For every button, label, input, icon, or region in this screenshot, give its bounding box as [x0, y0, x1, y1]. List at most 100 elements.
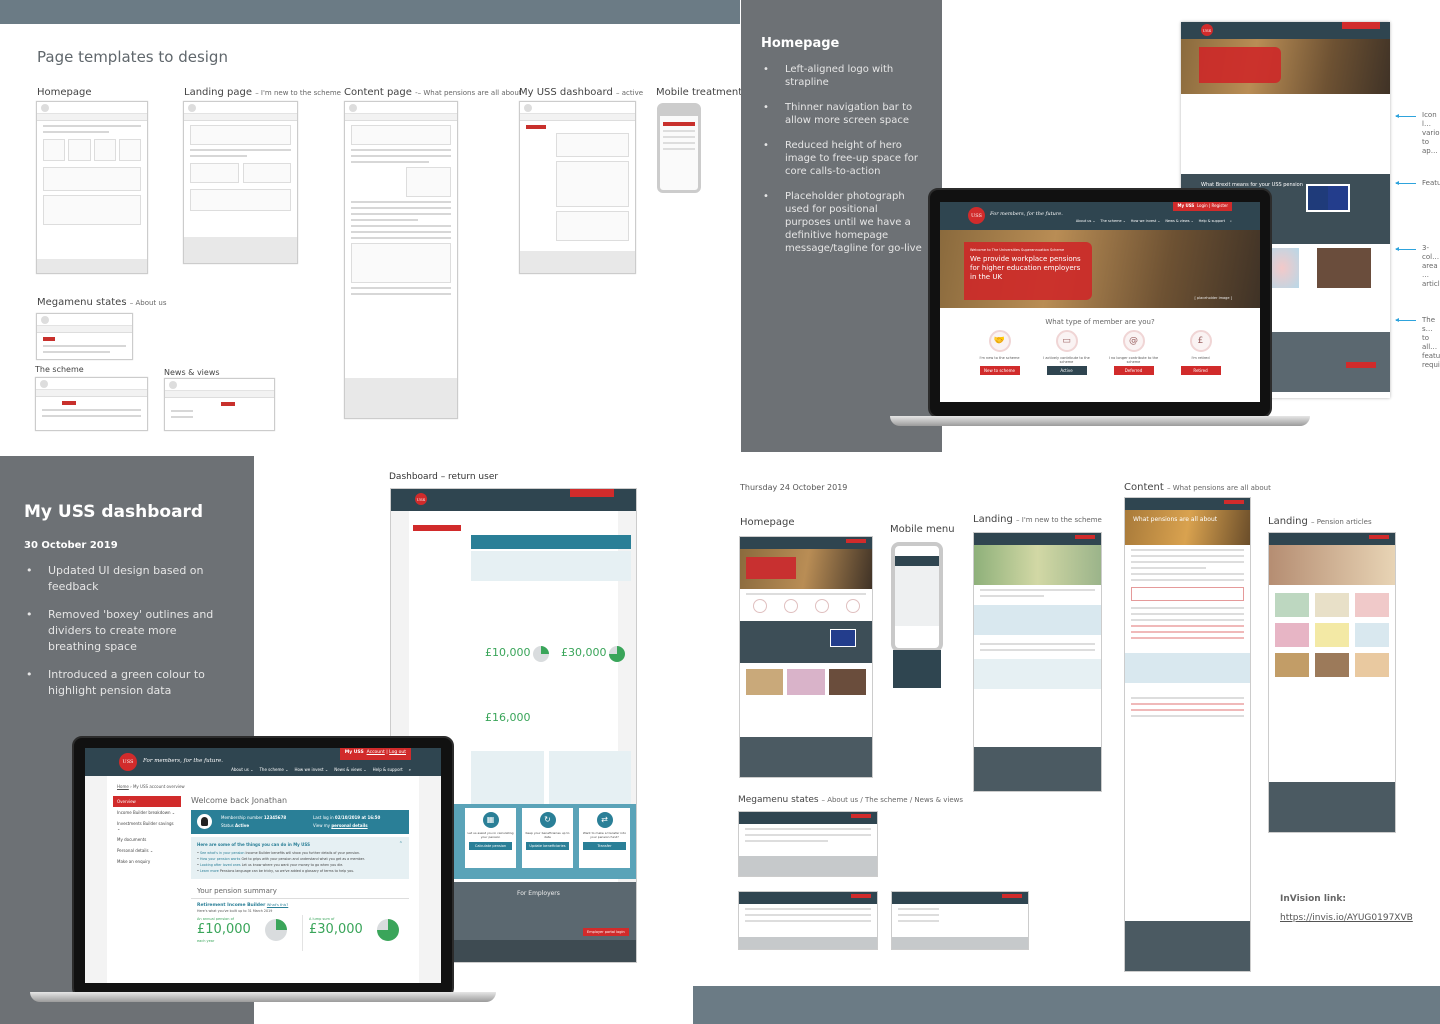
register-link[interactable]: Register	[1212, 203, 1228, 208]
active-button[interactable]: Active	[1046, 366, 1087, 375]
breadcrumb: Home › My USS account overview	[117, 784, 185, 789]
thumb-landing-new[interactable]	[973, 532, 1102, 792]
sidebar-item-income-builder[interactable]: Income Builder breakdown ⌄	[113, 807, 181, 818]
label-landing-articles: Landing – Pension articles	[1268, 516, 1372, 527]
megamenu-scheme-label: The scheme	[35, 365, 84, 374]
sidebar-item-investment-builder[interactable]: Investments Builder savings ⌄	[113, 818, 181, 834]
personal-details-link[interactable]: personal details	[331, 823, 367, 828]
uss-logo[interactable]: USS	[968, 207, 985, 224]
search-icon[interactable]: ⌕	[1230, 219, 1232, 223]
sidebar-nav: Overview Income Builder breakdown ⌄ Inve…	[113, 796, 181, 867]
annual-pension-pie	[265, 919, 287, 941]
handshake-icon: 🤝	[988, 330, 1011, 352]
things-link[interactable]: Learn more	[200, 869, 219, 873]
sidebar-item-overview[interactable]: Overview	[113, 796, 181, 807]
template-label-mobile: Mobile treatment	[656, 87, 743, 98]
logout-link[interactable]: Log out	[389, 750, 406, 755]
mobile-menu-footer	[893, 650, 941, 688]
last-login: 02/10/2019 at 16:50	[334, 815, 381, 820]
thumb-megamenu-news[interactable]	[891, 891, 1029, 950]
update-beneficiaries-button[interactable]: Update beneficiaries	[526, 842, 569, 850]
employer-portal-button[interactable]: Employer portal login	[583, 928, 629, 936]
wireframe-megamenu-news[interactable]	[164, 378, 275, 431]
uss-logo[interactable]: USS	[119, 753, 137, 771]
things-you-can-do: Here are some of the things you can do i…	[191, 837, 409, 879]
thumb-landing-articles[interactable]	[1268, 532, 1396, 833]
dashboard-laptop-mock: USS For members, for the future. My USS …	[30, 736, 496, 1006]
collapse-chevron-icon[interactable]: ⌃	[399, 841, 403, 847]
whats-this-link[interactable]: What's this?	[267, 903, 288, 907]
thumb-homepage[interactable]	[739, 536, 873, 778]
avatar	[197, 814, 212, 829]
login-link[interactable]: Login	[1197, 203, 1208, 208]
breadcrumb-home[interactable]: Home	[117, 784, 129, 789]
bottom-banner	[693, 986, 1440, 1024]
nav-scheme[interactable]: The scheme ⌄	[259, 767, 288, 772]
flag-image	[1306, 184, 1350, 212]
dashboard-notes-date: 30 October 2019	[24, 540, 118, 551]
wireframe-mobile[interactable]	[657, 103, 701, 193]
nav-help[interactable]: Help & support	[373, 767, 403, 772]
account-link[interactable]: Account	[367, 750, 385, 755]
list-item: • Learn more Pensions language can be tr…	[197, 869, 355, 873]
membership-number: 12345678	[263, 815, 287, 820]
dashboard-caption: Dashboard – return user	[389, 472, 499, 482]
refresh-user-icon: ↻	[539, 812, 556, 828]
sidebar-item-personal-details[interactable]: Personal details ⌄	[113, 845, 181, 856]
nav-news[interactable]: News & views ⌄	[1165, 219, 1193, 223]
section-title: Page templates to design	[37, 48, 228, 66]
note-item: Introduced a green colour to highlight p…	[24, 667, 230, 699]
thumb-megamenu-scheme[interactable]	[738, 891, 878, 950]
sidebar-item-documents[interactable]: My documents	[113, 834, 181, 845]
annual-pension-value: £10,000	[197, 922, 251, 937]
label-landing-new: Landing – I'm new to the scheme	[973, 514, 1102, 525]
transfer-button[interactable]: Transfer	[583, 842, 626, 850]
nav-about[interactable]: About us ⌄	[1076, 219, 1096, 223]
thumb-megamenu-about[interactable]	[738, 811, 878, 877]
deferred-button[interactable]: Deferred	[1113, 366, 1154, 375]
annotation-arrow	[1395, 318, 1416, 322]
search-icon[interactable]: ⌕	[409, 767, 411, 772]
invision-link[interactable]: https://invis.io/AYUG0197XVB	[1280, 913, 1413, 923]
myuss-bar[interactable]: My USS Login | Register	[1173, 202, 1232, 211]
new-to-scheme-button[interactable]: New to scheme	[979, 366, 1020, 375]
note-item: Thinner navigation bar to allow more scr…	[761, 101, 922, 127]
myuss-bar[interactable]: My USS Account | Log out	[339, 748, 411, 760]
rib-title: Retirement Income Builder What's this?	[197, 903, 289, 908]
nav-about[interactable]: About us ⌄	[231, 767, 253, 772]
things-link[interactable]: How your pension works	[200, 857, 240, 861]
wireframe-megamenu-scheme[interactable]	[35, 377, 148, 431]
at-coin-icon: @	[1122, 330, 1145, 352]
wireframe-dashboard[interactable]	[519, 101, 636, 274]
review-date: Thursday 24 October 2019	[740, 483, 848, 492]
nav-scheme[interactable]: The scheme ⌄	[1100, 219, 1125, 223]
wireframe-content[interactable]	[344, 101, 458, 419]
transfer-icon: ⇄	[596, 812, 613, 828]
member-types: 🤝 I'm new to the scheme New to scheme ▭ …	[940, 326, 1260, 375]
nav-news[interactable]: News & views ⌄	[334, 767, 366, 772]
megamenu-label: Megamenu states – About us	[37, 297, 167, 308]
retired-button[interactable]: Retired	[1180, 366, 1221, 375]
note-item: Updated UI design based on feedback	[24, 563, 230, 595]
dashboard-notes-title: My USS dashboard	[24, 502, 204, 522]
wireframe-megamenu-about[interactable]	[36, 313, 133, 360]
wireframe-homepage[interactable]	[36, 101, 148, 274]
nav-invest[interactable]: How we invest ⌄	[294, 767, 328, 772]
annotation-arrow	[1395, 114, 1416, 118]
label-mobile-menu: Mobile menu	[890, 524, 955, 535]
sidebar-item-enquiry[interactable]: Make an enquiry	[113, 856, 181, 867]
thumb-mobile-menu[interactable]	[891, 542, 943, 652]
status-badge: Active	[235, 823, 250, 828]
things-link[interactable]: Looking after loved ones	[200, 863, 241, 867]
member-type-active: ▭ I actively contribute to the scheme Ac…	[1037, 330, 1097, 375]
template-label-content: Content page -– What pensions are all ab…	[344, 87, 522, 98]
things-link[interactable]: See what's in your pension	[200, 851, 244, 855]
invision-label: InVision link:	[1280, 894, 1346, 904]
annotation-text: 3-col… area … articl…	[1422, 244, 1440, 288]
nav-help[interactable]: Help & support	[1199, 219, 1225, 223]
wireframe-landing[interactable]	[183, 101, 298, 264]
nav-invest[interactable]: How we invest ⌄	[1131, 219, 1161, 223]
lump-sum-pie	[377, 919, 399, 941]
strapline: For members, for the future.	[990, 211, 1063, 217]
thumb-content[interactable]: What pensions are all about	[1124, 497, 1251, 972]
